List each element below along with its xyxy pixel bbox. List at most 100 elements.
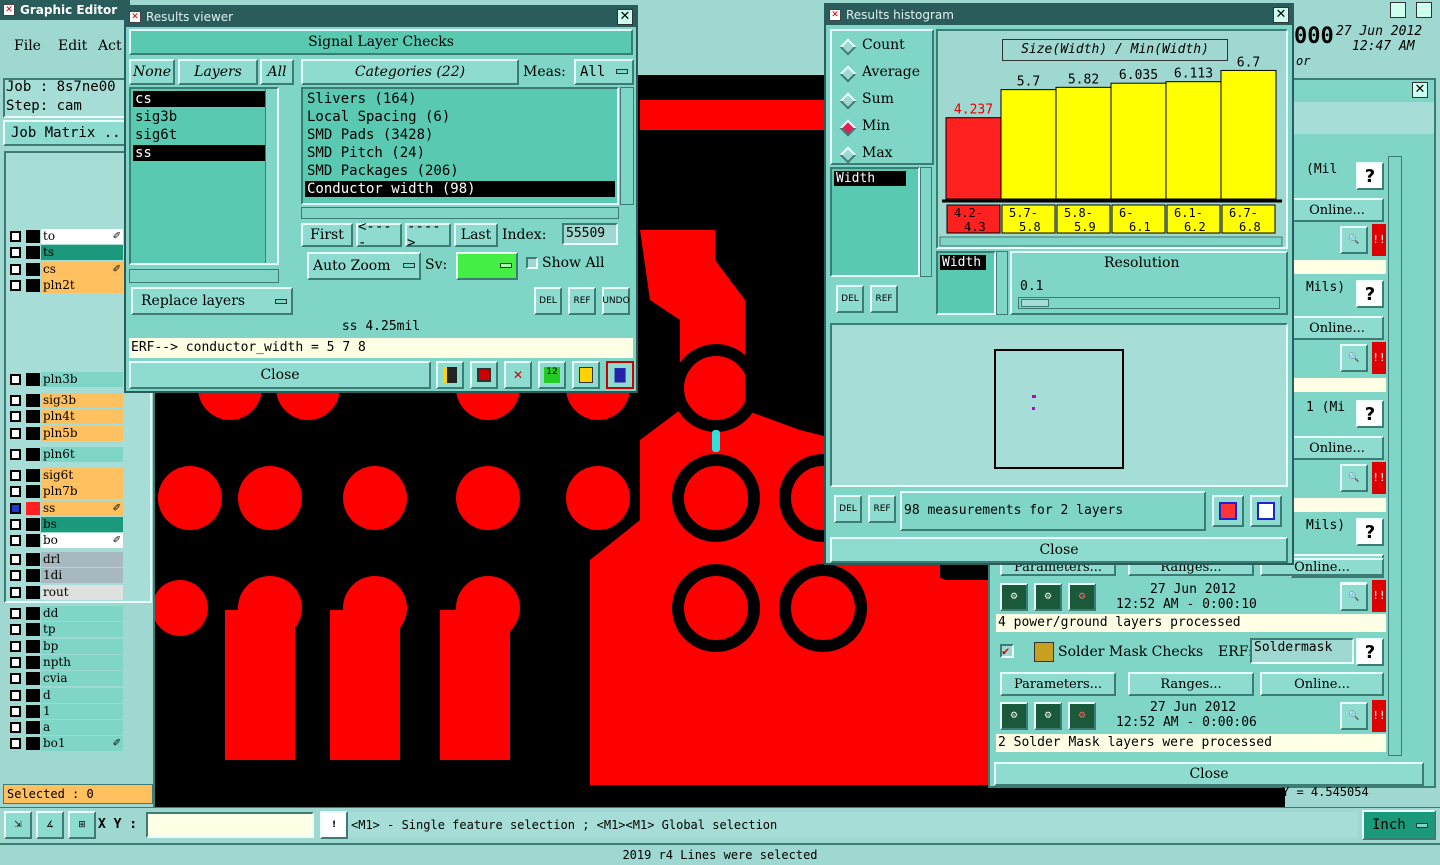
hist-del-icon[interactable]: DEL xyxy=(836,285,864,313)
histogram-titlebar[interactable]: ✕ Results histogram ✕ xyxy=(826,5,1292,25)
help-icon[interactable]: ? xyxy=(1356,638,1384,666)
layer-row-a[interactable]: a xyxy=(8,720,124,736)
index-input[interactable]: 55509 xyxy=(562,223,618,245)
layer-row-sig6t[interactable]: sig6t xyxy=(8,468,124,483)
layer-checkbox[interactable] xyxy=(10,608,21,619)
ref-icon[interactable]: REF xyxy=(568,287,596,315)
import-icon[interactable] xyxy=(1250,495,1282,527)
report-icon[interactable] xyxy=(470,361,498,389)
undo-icon[interactable]: UNDO xyxy=(602,287,630,315)
numbers-icon[interactable]: 12 xyxy=(538,361,566,389)
layer-row-dd[interactable]: dd xyxy=(8,606,124,621)
sm-parameters-button[interactable]: Parameters... xyxy=(1000,672,1116,696)
units-dropdown[interactable]: Inch xyxy=(1362,810,1436,840)
layer-checkbox[interactable] xyxy=(10,449,21,460)
layer-checkbox[interactable] xyxy=(10,231,21,242)
rv-layer-item[interactable]: ss xyxy=(133,145,273,161)
layer-checkbox[interactable] xyxy=(10,640,21,652)
layer-checkbox[interactable] xyxy=(10,395,21,406)
snap-tool-icon[interactable]: ⊞ xyxy=(68,811,96,839)
check-zoom-icon[interactable]: 🔍 xyxy=(1340,226,1368,254)
layers-list[interactable]: cs sig3b sig6t ss xyxy=(129,87,279,265)
sm-stop-icon[interactable]: ⚙ xyxy=(1068,702,1096,730)
results-viewer-titlebar[interactable]: ✕ Results viewer ✕ xyxy=(126,7,636,27)
last-button[interactable]: Last xyxy=(454,223,498,247)
del-icon[interactable]: DEL xyxy=(534,287,562,315)
category-item[interactable]: Local Spacing (6) xyxy=(305,109,615,125)
layer-row-pln2t[interactable]: pln2t xyxy=(8,277,124,293)
menu-file[interactable]: File xyxy=(14,38,41,54)
histogram-close-button[interactable]: Close xyxy=(830,537,1288,563)
notes-icon[interactable] xyxy=(572,361,600,389)
category-item[interactable]: SMD Pitch (24) xyxy=(305,145,615,161)
close-icon[interactable]: ✕ xyxy=(1273,7,1289,23)
layer-checkbox[interactable] xyxy=(10,705,21,717)
histogram-bar[interactable] xyxy=(1055,86,1112,200)
sm-online-button[interactable]: Online... xyxy=(1260,672,1384,696)
layers-all-button[interactable]: All xyxy=(260,59,294,85)
resolution-list[interactable]: Width xyxy=(936,251,996,315)
layer-row-1[interactable]: 1 xyxy=(8,703,124,719)
layer-row-npth[interactable]: npth xyxy=(8,654,124,670)
resolution-item[interactable]: Width xyxy=(940,255,986,270)
layer-checkbox[interactable] xyxy=(10,689,21,701)
layer-checkbox[interactable] xyxy=(10,427,21,439)
check-online-button[interactable]: Online... xyxy=(1290,436,1384,460)
sv-color-dropdown[interactable] xyxy=(456,252,518,280)
check-help-icon[interactable]: ? xyxy=(1356,518,1384,546)
zoom-icon[interactable]: 🔍 xyxy=(1340,583,1368,611)
rv-layer-item[interactable]: sig3b xyxy=(133,109,273,125)
layer-checkbox[interactable] xyxy=(10,738,21,750)
layer-row-pln3b[interactable]: pln3b xyxy=(8,372,124,387)
prev-button[interactable]: <---- xyxy=(356,219,402,251)
select-tool-icon[interactable]: ⇲ xyxy=(4,811,32,839)
layer-row-ss[interactable]: ss ✐ xyxy=(8,500,124,516)
layer-row-bo[interactable]: bo ✐ xyxy=(8,533,124,549)
histogram-bar[interactable] xyxy=(1110,82,1167,200)
mode-radio-max[interactable] xyxy=(839,146,857,164)
menu-actions[interactable]: Act xyxy=(98,38,122,54)
sm-ranges-button[interactable]: Ranges... xyxy=(1128,672,1254,696)
preview-ref-icon[interactable]: REF xyxy=(868,495,896,523)
layer-checkbox[interactable] xyxy=(10,535,21,547)
histogram-bar[interactable] xyxy=(1220,69,1277,200)
replace-layers-dropdown[interactable]: Replace layers xyxy=(131,287,293,315)
check-online-button[interactable]: Online... xyxy=(1290,198,1384,222)
layer-checkbox[interactable] xyxy=(10,486,21,498)
layer-row-bp[interactable]: bp xyxy=(8,638,124,654)
layer-checkbox[interactable] xyxy=(10,279,21,291)
layer-row-pln6t[interactable]: pln6t xyxy=(8,447,124,462)
layers-button[interactable]: Layers xyxy=(178,59,258,85)
layer-checkbox[interactable] xyxy=(10,570,21,582)
category-item[interactable]: SMD Packages (206) xyxy=(305,163,615,179)
solder-mask-erf[interactable]: Soldermask xyxy=(1250,638,1354,664)
xy-input[interactable] xyxy=(146,812,314,838)
layer-checkbox[interactable] xyxy=(10,624,21,636)
layer-row-pln5b[interactable]: pln5b xyxy=(8,425,124,441)
layer-checkbox[interactable] xyxy=(10,247,21,259)
layer-row-sig3b[interactable]: sig3b xyxy=(8,393,124,408)
layers-none-button[interactable]: None xyxy=(129,59,175,85)
layer-row-d[interactable]: d xyxy=(8,687,124,703)
stats-icon[interactable] xyxy=(436,361,464,389)
slider-handle[interactable] xyxy=(1021,299,1049,307)
solder-mask-checkbox[interactable]: ✔ xyxy=(1000,644,1014,658)
run-all-icon[interactable]: ⚙ xyxy=(1034,583,1062,611)
layer-row-bs[interactable]: bs xyxy=(8,516,124,532)
layer-row-to[interactable]: to ✐ xyxy=(8,229,124,244)
layer-row-drl[interactable]: drl xyxy=(8,552,124,567)
histogram-bar[interactable] xyxy=(1000,89,1057,200)
info-icon[interactable]: ! xyxy=(320,811,348,839)
checks-close-icon[interactable]: ✕ xyxy=(1412,82,1428,98)
layer-checkbox[interactable] xyxy=(10,722,21,734)
run-icon[interactable]: ⚙ xyxy=(1000,583,1028,611)
checks-close-button[interactable]: Close xyxy=(994,762,1424,786)
layer-checkbox[interactable] xyxy=(10,470,21,481)
check-help-icon[interactable]: ? xyxy=(1356,400,1384,428)
layer-row-pln7b[interactable]: pln7b xyxy=(8,484,124,500)
measure-list[interactable]: Width xyxy=(830,167,920,277)
mode-radio-count[interactable] xyxy=(839,38,857,56)
measure-tool-icon[interactable]: ∡ xyxy=(36,811,64,839)
categories-scrollbar[interactable] xyxy=(620,87,634,205)
layer-checkbox[interactable] xyxy=(10,518,21,530)
